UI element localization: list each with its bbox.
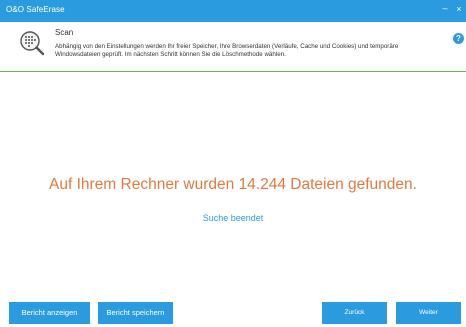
title-bar: O&O SafeErase – ×: [0, 0, 466, 22]
scan-result-text: Auf Ihrem Rechner wurden 14.244 Dateien …: [49, 176, 417, 193]
close-button[interactable]: ×: [454, 4, 464, 14]
window-title: O&O SafeErase: [6, 5, 65, 14]
show-report-button[interactable]: Bericht anzeigen: [9, 302, 90, 324]
minimize-button[interactable]: –: [440, 3, 450, 13]
step-header: Scan Abhängig von den Einstellungen werd…: [0, 22, 466, 72]
help-icon[interactable]: ?: [453, 33, 464, 44]
next-button[interactable]: Weiter: [396, 302, 461, 324]
header-divider: [0, 71, 466, 72]
back-button[interactable]: Zurück: [322, 302, 387, 324]
step-description: Abhängig von den Einstellungen werden Ih…: [55, 43, 399, 58]
scan-status-text: Suche beendet: [202, 213, 264, 223]
scan-icon: [18, 29, 46, 57]
step-title: Scan: [55, 28, 74, 37]
save-report-button[interactable]: Bericht speichern: [98, 302, 173, 324]
